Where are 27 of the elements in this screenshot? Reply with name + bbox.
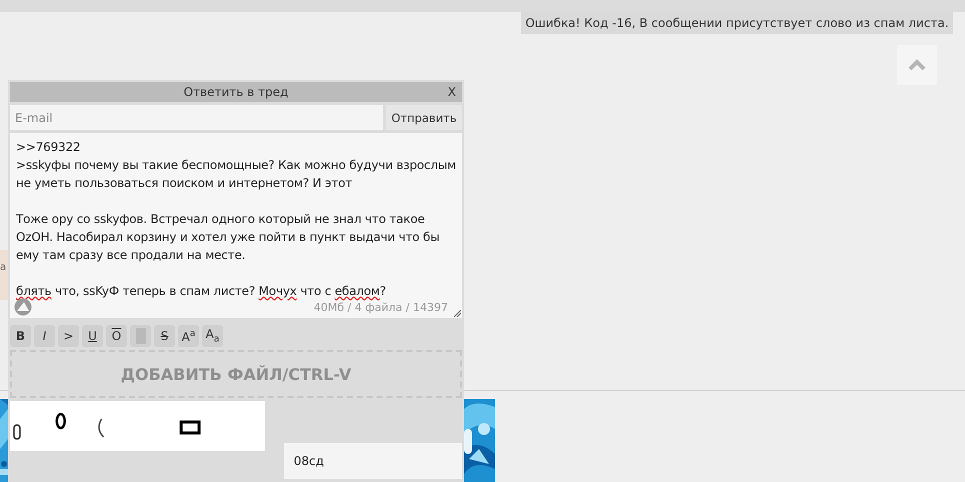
resize-grip-icon[interactable] — [454, 310, 461, 317]
message-field[interactable] — [10, 133, 462, 318]
message-line: >sskyфы почему вы такие беспомощные? Как можно будучи взрослым — [16, 157, 456, 174]
email-field[interactable]: E-mail — [10, 105, 383, 130]
message-line: не уметь пользоваться поиском и интернетом? И этот — [16, 175, 354, 192]
italic-button[interactable]: I — [34, 325, 55, 347]
close-button[interactable]: X — [446, 82, 458, 102]
upload-limits: 40Мб / 4 файла / 14397 — [314, 300, 448, 314]
underline-button[interactable]: U — [82, 325, 103, 347]
superscript-button[interactable]: A$^{a}$ — [178, 325, 199, 347]
bold-button[interactable]: B — [10, 325, 31, 347]
message-line: блять что, ssKyФ теперь в спам листе? Мочух что с ебалом? — [16, 283, 387, 300]
triangle-circle-icon — [14, 298, 32, 316]
message-line: OzOH. Насобирал корзину и хотел уже пойти в пункт выдачи что бы — [16, 229, 441, 246]
form-title: Ответить в тред — [184, 85, 288, 99]
send-button[interactable]: Отправить — [386, 105, 462, 130]
error-message: Ошибка! Код -16, В сообщении присутствует слово из спам листа. — [521, 12, 953, 34]
quote-button[interactable]: > — [58, 325, 79, 347]
post-text: а — [0, 262, 6, 273]
captcha-field[interactable]: 08сд — [284, 443, 462, 479]
strikethrough-button[interactable]: S — [154, 325, 175, 347]
message-line: Тоже ору со sskyфов. Встречал одного который не знал что такое — [16, 211, 426, 228]
subscript-button[interactable]: A$_{a}$ — [202, 325, 223, 347]
overline-button[interactable]: O — [106, 325, 127, 347]
chevron-up-icon — [908, 59, 926, 71]
message-line: >>769322 — [16, 139, 82, 156]
message-line: ему там сразу все продали на месте. — [16, 247, 246, 264]
